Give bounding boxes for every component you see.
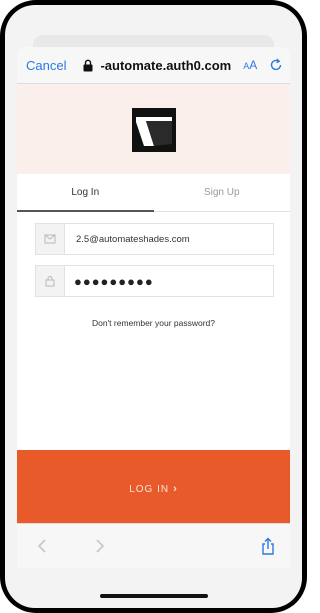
browser-toolbar: Cancel -automate.auth0.com AA (17, 47, 290, 84)
tab-signup[interactable]: Sign Up (153, 174, 290, 212)
brand-header (17, 84, 290, 174)
text-size-button[interactable]: AA (243, 58, 257, 72)
tab-login[interactable]: Log In (17, 174, 154, 212)
home-indicator[interactable] (99, 594, 208, 598)
password-field[interactable]: ●●●●●●●●● (35, 265, 274, 297)
forgot-password-link[interactable]: Don't remember your password? (17, 318, 290, 328)
email-field[interactable]: 2.5@automateshades.com (35, 223, 274, 255)
share-icon[interactable] (260, 537, 276, 555)
reload-icon[interactable] (269, 58, 283, 72)
auth-tabs: Log In Sign Up (17, 174, 290, 212)
cancel-button[interactable]: Cancel (26, 58, 66, 73)
login-button[interactable]: LOG IN › (17, 450, 290, 528)
email-value: 2.5@automateshades.com (76, 233, 190, 245)
brand-logo (131, 108, 176, 152)
padlock-icon (36, 266, 65, 296)
phone-frame: Cancel -automate.auth0.com AA Log In Sig… (0, 0, 307, 613)
address-url[interactable]: -automate.auth0.com (100, 58, 231, 73)
screen: Cancel -automate.auth0.com AA Log In Sig… (5, 5, 302, 608)
password-value: ●●●●●●●●● (74, 273, 154, 289)
forward-arrow-icon[interactable] (95, 538, 105, 559)
text-size-large-glyph: A (249, 58, 258, 72)
envelope-icon (36, 224, 65, 254)
back-arrow-icon[interactable] (37, 538, 47, 559)
login-page: Log In Sign Up 2.5@automateshades.com ●●… (17, 84, 290, 546)
lock-icon (82, 59, 94, 72)
browser-bottom-bar (17, 523, 290, 568)
login-button-label: LOG IN (129, 483, 170, 495)
chevron-right-icon: › (173, 483, 178, 495)
